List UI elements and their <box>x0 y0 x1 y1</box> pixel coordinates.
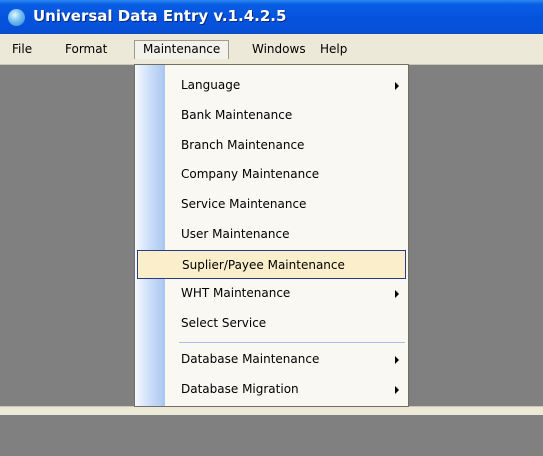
menu-file[interactable]: File <box>4 40 40 59</box>
menu-separator <box>179 342 405 343</box>
menu-item-label: Language <box>181 78 241 92</box>
menu-item-label: Select Service <box>181 316 267 330</box>
menu-item-label: Service Maintenance <box>181 197 307 211</box>
menu-item-database-migration[interactable]: Database Migration <box>135 375 408 404</box>
menu-item-service-maintenance[interactable]: Service Maintenance <box>135 190 408 219</box>
menu-item-company-maintenance[interactable]: Company Maintenance <box>135 160 408 189</box>
menu-maintenance[interactable]: Maintenance <box>134 40 230 59</box>
maintenance-dropdown: Language Bank Maintenance Branch Mainten… <box>134 64 409 407</box>
menu-bar: File Format Maintenance Windows Help <box>0 34 543 65</box>
menu-item-label: Branch Maintenance <box>181 138 305 152</box>
menu-item-label: WHT Maintenance <box>181 286 291 300</box>
menu-item-select-service[interactable]: Select Service <box>135 309 408 338</box>
submenu-arrow-icon <box>395 386 399 394</box>
bottom-strip <box>0 406 543 415</box>
menu-item-label: Company Maintenance <box>181 167 320 181</box>
menu-item-label: Bank Maintenance <box>181 108 293 122</box>
menu-format[interactable]: Format <box>57 40 115 59</box>
app-icon <box>8 9 25 26</box>
menu-item-language[interactable]: Language <box>135 71 408 100</box>
menu-item-label: Database Migration <box>181 382 299 396</box>
submenu-arrow-icon <box>395 290 399 298</box>
menu-item-user-maintenance[interactable]: User Maintenance <box>135 220 408 249</box>
menu-item-label: Database Maintenance <box>181 352 320 366</box>
menu-item-label: Suplier/Payee Maintenance <box>182 258 345 272</box>
submenu-arrow-icon <box>395 356 399 364</box>
menu-item-label: User Maintenance <box>181 227 290 241</box>
menu-item-branch-maintenance[interactable]: Branch Maintenance <box>135 131 408 160</box>
menu-item-bank-maintenance[interactable]: Bank Maintenance <box>135 101 408 130</box>
menu-item-database-maintenance[interactable]: Database Maintenance <box>135 345 408 374</box>
menu-item-wht-maintenance[interactable]: WHT Maintenance <box>135 279 408 308</box>
menu-windows[interactable]: Windows <box>244 40 314 59</box>
submenu-arrow-icon <box>395 82 399 90</box>
menu-item-suplier-payee-maintenance[interactable]: Suplier/Payee Maintenance <box>137 250 406 279</box>
title-bar[interactable]: Universal Data Entry v.1.4.2.5 <box>0 0 543 34</box>
window-title: Universal Data Entry v.1.4.2.5 <box>33 7 287 25</box>
menu-help[interactable]: Help <box>312 40 355 59</box>
